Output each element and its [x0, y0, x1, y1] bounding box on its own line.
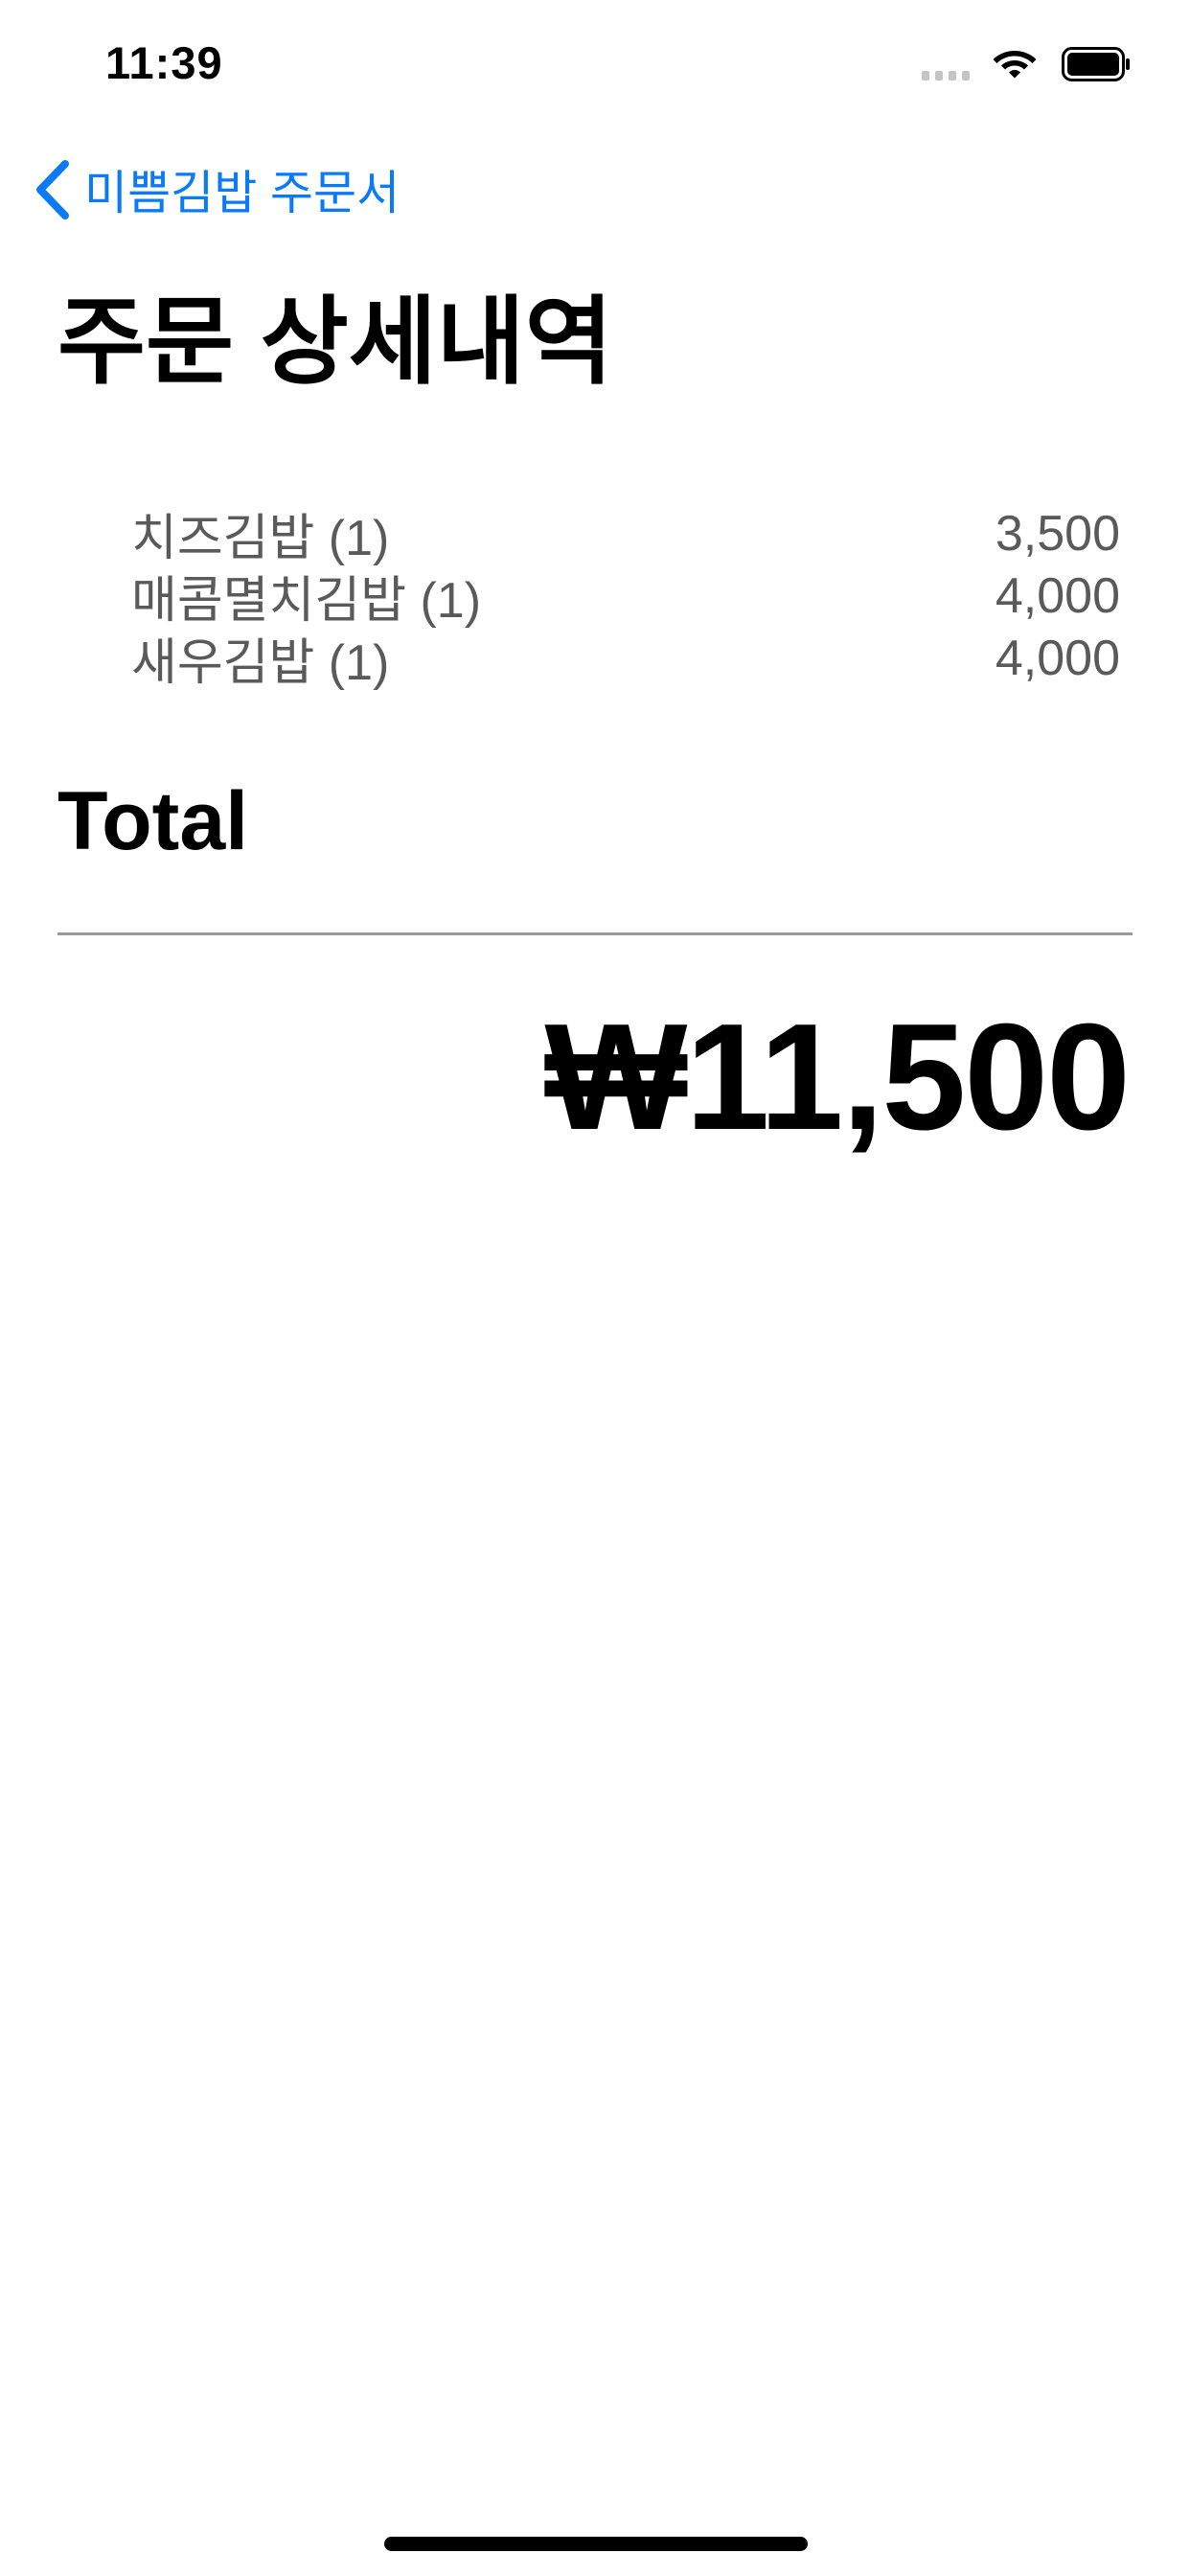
chevron-left-icon: [36, 159, 69, 219]
item-name: 치즈김밥 (1): [131, 511, 390, 566]
back-button-label: 미쁨김밥 주문서: [84, 168, 400, 219]
cellular-signal-icon: [922, 71, 970, 80]
item-name: 매콤멸치김밥 (1): [131, 573, 482, 629]
item-name: 새우김밥 (1): [131, 635, 390, 691]
item-price: 4,000: [995, 630, 1120, 686]
wifi-icon: [993, 51, 1037, 79]
page-title: 주문 상세내역: [57, 288, 613, 396]
status-time: 11:39: [105, 37, 223, 88]
list-item: 매콤멸치김밥 (1) 4,000: [131, 564, 1120, 630]
total-label: Total: [57, 775, 249, 867]
order-items-list: 치즈김밥 (1) 3,500 매콤멸치김밥 (1) 4,000 새우김밥 (1)…: [131, 502, 1120, 692]
status-bar: 11:39: [0, 0, 1190, 129]
battery-icon: [1062, 47, 1130, 81]
home-indicator[interactable]: [384, 2537, 808, 2551]
item-price: 4,000: [995, 567, 1120, 624]
back-button[interactable]: 미쁨김밥 주문서: [33, 153, 400, 225]
total-amount: ₩11,500: [544, 993, 1131, 1162]
list-item: 치즈김밥 (1) 3,500: [131, 502, 1120, 567]
divider: [57, 932, 1133, 935]
item-price: 3,500: [995, 505, 1120, 562]
list-item: 새우김밥 (1) 4,000: [131, 627, 1120, 692]
